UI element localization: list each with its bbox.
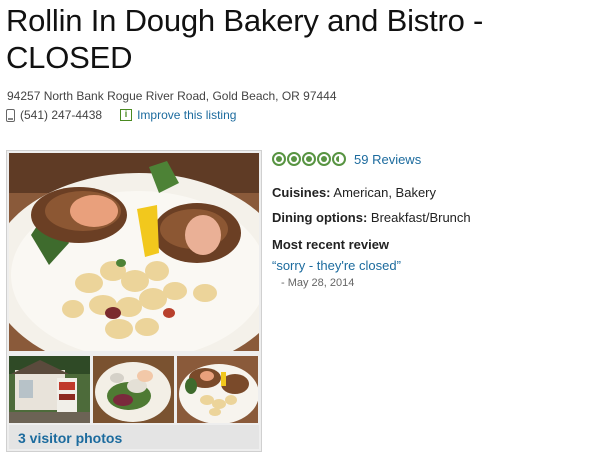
cuisines-line: Cuisines: American, Bakery	[272, 185, 436, 200]
reviews-count-link[interactable]: 59 Reviews	[354, 152, 421, 167]
recent-review-quote-link[interactable]: “sorry - they're closed”	[272, 258, 401, 273]
photo-gallery: 3 visitor photos	[6, 150, 262, 452]
thumbnail-salad[interactable]	[93, 356, 174, 423]
recent-review-date: - May 28, 2014	[281, 277, 355, 289]
rating-bubble-icon	[317, 152, 331, 166]
rating-bubble-icon	[287, 152, 301, 166]
cuisines-value: American, Bakery	[330, 185, 437, 200]
thumbnail-storefront[interactable]	[9, 356, 90, 423]
improve-listing-link[interactable]: Improve this listing	[137, 108, 236, 122]
rating-bubble-icon	[272, 152, 286, 166]
phone-number: (541) 247-4438	[20, 108, 103, 122]
dining-options-value: Breakfast/Brunch	[367, 210, 471, 225]
rating-bubble-icon	[302, 152, 316, 166]
rating-bubbles	[272, 152, 347, 166]
rating-half-bubble-icon	[332, 152, 346, 166]
thumbnail-crab-cakes[interactable]	[177, 356, 258, 423]
dining-options-label: Dining options:	[272, 210, 368, 225]
rating-row: 59 Reviews	[272, 150, 588, 168]
visitor-photos-bar: 3 visitor photos	[9, 425, 259, 449]
phone-icon	[6, 108, 15, 122]
listing-title: Rollin In Dough Bakery and Bistro - CLOS…	[6, 3, 484, 75]
contact-row: (541) 247-4438 i Improve this listing	[6, 107, 236, 123]
listing-details: 59 Reviews Cuisines: American, Bakery Di…	[272, 150, 588, 289]
info-icon: i	[120, 109, 133, 121]
recent-review-heading: Most recent review	[272, 237, 390, 252]
listing-address: 94257 North Bank Rogue River Road, Gold …	[7, 89, 337, 103]
visitor-photos-link[interactable]: 3 visitor photos	[18, 430, 122, 446]
dining-options-line: Dining options: Breakfast/Brunch	[272, 210, 471, 225]
cuisines-label: Cuisines:	[272, 185, 331, 200]
main-food-photo[interactable]	[9, 153, 259, 351]
